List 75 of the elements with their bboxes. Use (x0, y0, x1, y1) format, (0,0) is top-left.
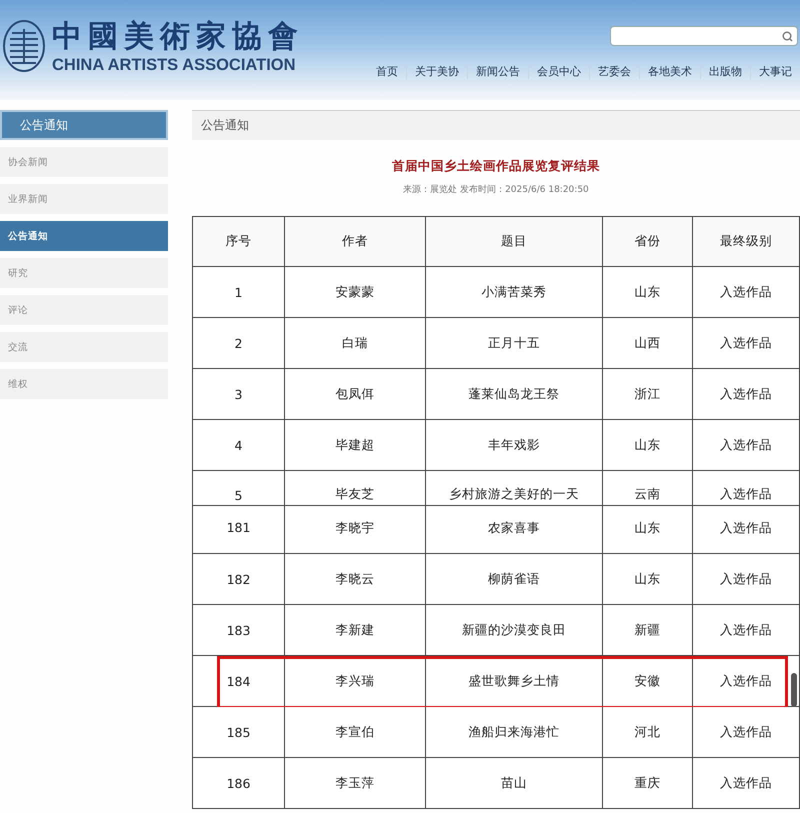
table-cell: 183 (193, 605, 285, 656)
table-cell: 3 (193, 369, 285, 420)
nav-link[interactable]: 首页 (368, 64, 406, 79)
table-cell: 新疆 (603, 605, 693, 656)
sidebar-item[interactable]: 公告通知 (0, 221, 168, 251)
table-cell: 山东 (603, 267, 693, 318)
table-cell: 乡村旅游之美好的一天 (426, 471, 603, 506)
table-cell: 入选作品 (693, 605, 800, 656)
logo-title: 中國美術家協會 (52, 18, 304, 56)
table-cell: 入选作品 (693, 707, 800, 758)
table-cell: 2 (193, 318, 285, 369)
table-cell: 毕建超 (285, 420, 426, 471)
table-cell: 李玉萍 (285, 758, 426, 809)
column-header: 省份 (603, 217, 693, 267)
table-cell: 4 (193, 420, 285, 471)
table-cell: 柳荫雀语 (426, 554, 603, 605)
table-cell: 渔船归来海港忙 (426, 707, 603, 758)
section-title: 公告通知 (192, 110, 800, 140)
table-cell: 1 (193, 267, 285, 318)
table-cell: 185 (193, 707, 285, 758)
table-cell: 入选作品 (693, 758, 800, 809)
table-cell: 入选作品 (693, 318, 800, 369)
table-cell: 入选作品 (693, 506, 800, 554)
table-cell: 正月十五 (426, 318, 603, 369)
table-cell: 新疆的沙漠变良田 (426, 605, 603, 656)
table-cell: 云南 (603, 471, 693, 506)
nav-link[interactable]: 大事记 (750, 64, 800, 79)
table-cell: 毕友芝 (285, 471, 426, 506)
nav-link[interactable]: 各地美术 (639, 64, 700, 79)
table-cell: 河北 (603, 707, 693, 758)
table-cell: 山东 (603, 506, 693, 554)
scrollbar-thumb[interactable] (791, 673, 797, 707)
table-cell: 蓬莱仙岛龙王祭 (426, 369, 603, 420)
table-cell: 入选作品 (693, 471, 800, 506)
column-header: 作者 (285, 217, 426, 267)
table-cell: 5 (193, 471, 285, 506)
column-header: 序号 (193, 217, 285, 267)
table-cell: 184 (193, 656, 285, 707)
article-title: 首届中国乡土绘画作品展览复评结果 (391, 158, 601, 175)
table-cell: 入选作品 (693, 554, 800, 605)
table-cell: 重庆 (603, 758, 693, 809)
table-cell: 入选作品 (693, 369, 800, 420)
table-cell: 182 (193, 554, 285, 605)
sidebar-title: 公告通知 (0, 110, 168, 140)
nav-link[interactable]: 会员中心 (528, 64, 589, 79)
table-cell: 小满苦菜秀 (426, 267, 603, 318)
table-cell: 农家喜事 (426, 506, 603, 554)
table-cell: 李晓宇 (285, 506, 426, 554)
nav-link[interactable]: 新闻公告 (467, 64, 528, 79)
column-header: 题目 (426, 217, 603, 267)
search-icon[interactable] (782, 30, 793, 42)
table-cell: 李宣伯 (285, 707, 426, 758)
table-cell: 山东 (603, 420, 693, 471)
table-cell: 包凤佴 (285, 369, 426, 420)
logo-subtitle: CHINA ARTISTS ASSOCIATION (52, 56, 297, 74)
table-cell: 丰年戏影 (426, 420, 603, 471)
table-cell: 白瑞 (285, 318, 426, 369)
table-cell: 入选作品 (693, 267, 800, 318)
table-cell: 山东 (603, 554, 693, 605)
nav-link[interactable]: 艺委会 (589, 64, 639, 79)
column-header: 最终级别 (693, 217, 800, 267)
table-cell: 186 (193, 758, 285, 809)
nav-link[interactable]: 出版物 (700, 64, 750, 79)
nav-link[interactable]: 关于美协 (406, 64, 467, 79)
article-meta: 来源：展览处 发布时间：2025/6/6 18:20:50 (402, 184, 590, 196)
table-cell: 苗山 (426, 758, 603, 809)
emblem-icon (2, 19, 46, 73)
table-cell: 入选作品 (693, 420, 800, 471)
table-cell: 浙江 (603, 369, 693, 420)
table-cell: 李新建 (285, 605, 426, 656)
search-field[interactable] (610, 26, 798, 46)
table-cell: 山西 (603, 318, 693, 369)
table-cell: 安蒙蒙 (285, 267, 426, 318)
table-cell: 李晓云 (285, 554, 426, 605)
table-cell: 181 (193, 506, 285, 554)
